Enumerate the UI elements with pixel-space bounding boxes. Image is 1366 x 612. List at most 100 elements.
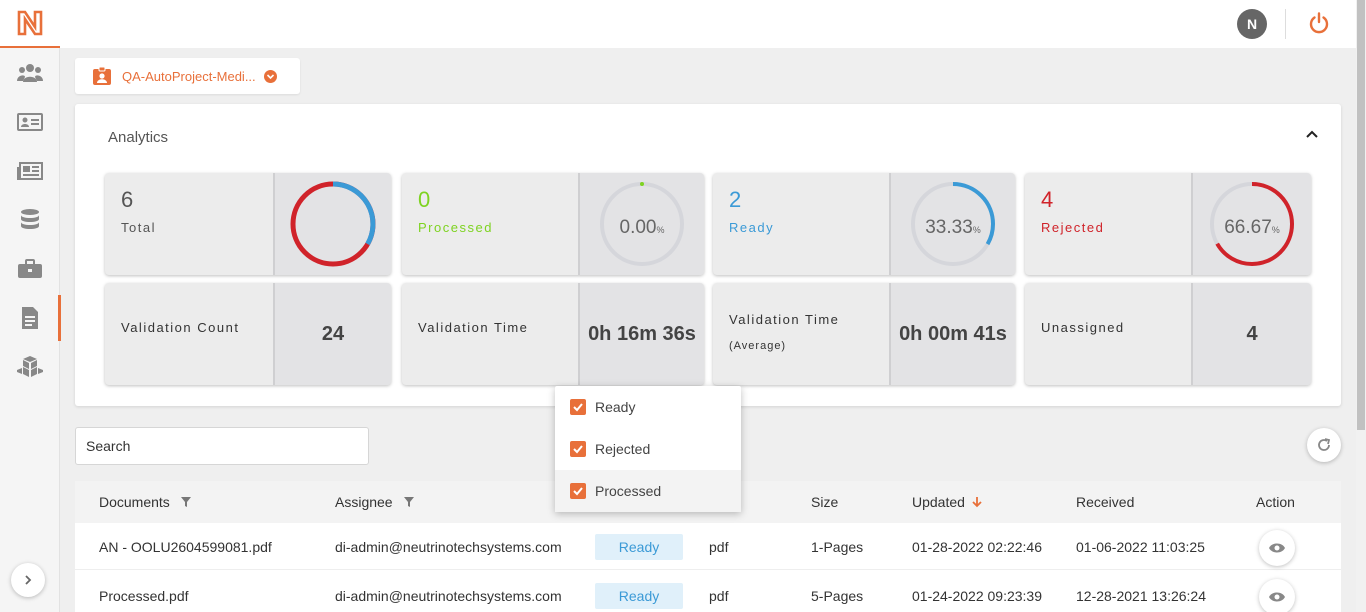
status-badge: Ready xyxy=(595,583,683,609)
view-button[interactable] xyxy=(1259,579,1295,612)
filter-icon[interactable] xyxy=(180,496,192,508)
database-icon xyxy=(21,208,39,229)
header-documents-label: Documents xyxy=(99,494,170,510)
stat-card-validation-time: Validation Time 0h 16m 36s xyxy=(402,283,704,385)
checkbox-processed[interactable] xyxy=(570,483,586,499)
project-selector[interactable]: QA-AutoProject-Medi... xyxy=(75,58,300,94)
checkmark-icon xyxy=(573,403,583,412)
header-assignee-label: Assignee xyxy=(335,494,393,510)
filter-option-label: Ready xyxy=(595,399,636,415)
stat-card-ready: 2 Ready 33.33% xyxy=(713,173,1015,275)
refresh-icon xyxy=(1318,438,1331,451)
stat-card-rejected: 4 Rejected 66.67% xyxy=(1025,173,1311,275)
cell-size: 1-Pages xyxy=(811,539,864,555)
sidebar xyxy=(0,0,61,612)
filter-option-label: Processed xyxy=(595,483,662,499)
cell-assignee: di-admin@neutrinotechsystems.com xyxy=(335,539,562,555)
validation-count-label: Validation Count xyxy=(121,320,240,335)
project-name: QA-AutoProject-Medi... xyxy=(122,68,256,84)
checkbox-ready[interactable] xyxy=(570,399,586,415)
sidebar-item-documents[interactable] xyxy=(0,293,61,342)
chevron-up-icon[interactable] xyxy=(1304,126,1320,142)
badge-icon xyxy=(93,66,111,85)
user-avatar[interactable]: N xyxy=(1237,9,1267,39)
logo-icon xyxy=(17,10,43,36)
stat-card-processed: 0 Processed 0.00% xyxy=(402,173,704,275)
header-received[interactable]: Received xyxy=(1076,494,1134,510)
cell-document: AN - OOLU2604599081.pdf xyxy=(99,539,272,555)
expand-sidebar-button[interactable] xyxy=(11,563,45,597)
cell-type: pdf xyxy=(709,539,729,555)
eye-icon xyxy=(1269,543,1285,553)
unassigned-value: 4 xyxy=(1246,322,1258,345)
header-size[interactable]: Size xyxy=(811,494,838,510)
scrollbar-thumb[interactable] xyxy=(1357,0,1365,430)
power-icon[interactable] xyxy=(1307,11,1331,35)
ready-percent: 33.33% xyxy=(925,217,981,238)
filter-icon[interactable] xyxy=(403,496,415,508)
table-row[interactable]: AN - OOLU2604599081.pdf di-admin@neutrin… xyxy=(75,523,1341,570)
validation-time-avg-label: Validation Time xyxy=(729,312,840,327)
newspaper-icon xyxy=(17,161,43,180)
filter-option-ready[interactable]: Ready xyxy=(555,386,741,428)
header-assignee[interactable]: Assignee xyxy=(335,494,415,510)
stat-card-total: 6 Total xyxy=(105,173,391,275)
checkmark-icon xyxy=(573,487,583,496)
sidebar-item-news[interactable] xyxy=(0,146,60,195)
users-icon xyxy=(17,63,43,82)
header-documents[interactable]: Documents xyxy=(99,494,192,510)
sidebar-item-users[interactable] xyxy=(0,48,60,97)
sidebar-item-briefcase[interactable] xyxy=(0,244,60,293)
stat-card-validation-time-average: Validation Time (Average) 0h 00m 41s xyxy=(713,283,1015,385)
analytics-title: Analytics xyxy=(108,129,169,146)
cell-received: 01-06-2022 11:03:25 xyxy=(1076,539,1205,555)
table-row[interactable]: Processed.pdf di-admin@neutrinotechsyste… xyxy=(75,572,1341,612)
validation-time-label: Validation Time xyxy=(418,320,529,335)
eye-icon xyxy=(1269,592,1285,602)
cell-assignee: di-admin@neutrinotechsystems.com xyxy=(335,588,562,604)
sort-down-arrow-icon xyxy=(972,497,982,508)
app-logo[interactable] xyxy=(0,0,60,48)
filter-option-processed[interactable]: Processed xyxy=(555,470,741,512)
search-input[interactable] xyxy=(75,427,369,465)
cell-updated: 01-28-2022 02:22:46 xyxy=(912,539,1042,555)
processed-count: 0 xyxy=(418,187,431,212)
chevron-right-icon xyxy=(25,575,32,585)
ready-label: Ready xyxy=(729,220,775,235)
processed-percent: 0.00% xyxy=(619,217,665,238)
sidebar-item-cubes[interactable] xyxy=(0,342,60,391)
stat-card-validation-count: Validation Count 24 xyxy=(105,283,391,385)
cell-updated: 01-24-2022 09:23:39 xyxy=(912,588,1042,604)
validation-time-avg-sublabel: (Average) xyxy=(729,340,787,352)
rejected-count: 4 xyxy=(1041,187,1054,212)
total-donut-chart xyxy=(290,181,376,267)
rejected-label: Rejected xyxy=(1041,220,1105,235)
view-button[interactable] xyxy=(1259,530,1295,566)
id-card-icon xyxy=(17,112,43,131)
checkmark-icon xyxy=(573,445,583,454)
validation-time-value: 0h 16m 36s xyxy=(588,322,696,345)
processed-label: Processed xyxy=(418,220,493,235)
sidebar-item-id-card[interactable] xyxy=(0,97,60,146)
cubes-icon xyxy=(17,355,43,377)
validation-count-value: 24 xyxy=(321,322,345,345)
cell-document: Processed.pdf xyxy=(99,588,189,604)
stat-card-unassigned: Unassigned 4 xyxy=(1025,283,1311,385)
filter-option-rejected[interactable]: Rejected xyxy=(555,428,741,470)
sidebar-item-database[interactable] xyxy=(0,195,60,244)
cell-received: 12-28-2021 13:26:24 xyxy=(1076,588,1206,604)
header-updated[interactable]: Updated xyxy=(912,494,983,510)
total-label: Total xyxy=(121,220,156,235)
header-action: Action xyxy=(1256,494,1295,510)
topbar: N xyxy=(60,0,1356,48)
rejected-percent: 66.67% xyxy=(1224,217,1280,238)
checkbox-rejected[interactable] xyxy=(570,441,586,457)
document-icon xyxy=(22,306,38,329)
status-badge: Ready xyxy=(595,534,683,560)
header-updated-label: Updated xyxy=(912,494,965,510)
refresh-button[interactable] xyxy=(1307,428,1341,462)
validation-time-avg-value: 0h 00m 41s xyxy=(899,322,1007,345)
topbar-divider xyxy=(1285,9,1286,39)
cell-type: pdf xyxy=(709,588,729,604)
status-filter-dropdown: Ready Rejected Processed xyxy=(555,386,741,512)
